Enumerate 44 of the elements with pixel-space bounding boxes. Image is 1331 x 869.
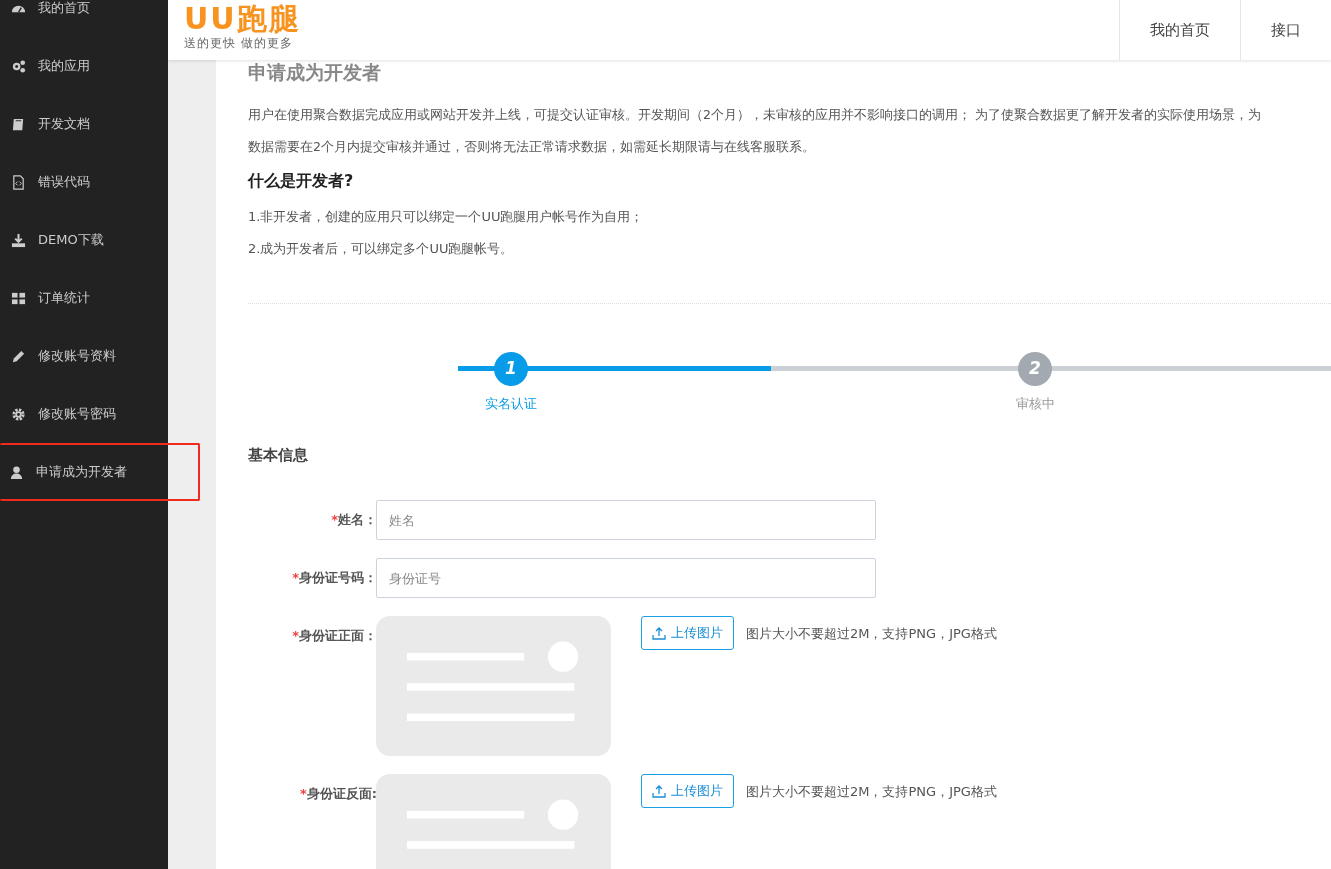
- grid-icon: [11, 290, 26, 306]
- step-circle: 2: [1018, 351, 1052, 386]
- sidebar-item[interactable]: DEMO下载: [0, 211, 168, 269]
- intro-text: 用户在使用聚合数据完成应用或网站开发并上线，可提交认证审核。开发期间（2个月），未审核的应用并不影响接口的调用； 为了使聚合数据更了解开发者的实际使用场景，为: [248, 105, 1262, 124]
- slogan: 送的更快 做的更多: [184, 35, 294, 52]
- sidebar-item[interactable]: 我的首页: [0, 0, 168, 37]
- user-icon: [9, 464, 24, 480]
- sidebar-item[interactable]: 开发文档: [0, 95, 168, 153]
- upload-button[interactable]: 上传图片: [641, 616, 734, 650]
- sidebar-item[interactable]: 我的应用: [0, 37, 168, 95]
- section-heading: 什么是开发者?: [248, 169, 355, 192]
- list-text: 2.成为开发者后，可以绑定多个UU跑腿帐号。: [248, 239, 515, 258]
- field-label: 身份证号码：: [299, 570, 377, 585]
- page-title: 申请成为开发者: [248, 60, 382, 85]
- list-text: 1.非开发者，创建的应用只可以绑定一个UU跑腿用户帐号作为自用；: [248, 207, 645, 226]
- pencil-icon: [11, 348, 26, 364]
- required-mark: *: [292, 570, 299, 585]
- section-heading: 基本信息: [248, 444, 309, 466]
- book-icon: [11, 116, 26, 132]
- code-file-icon: [11, 174, 26, 190]
- field-label: 身份证正面：: [299, 628, 377, 643]
- sidebar-item[interactable]: 修改账号资料: [0, 327, 168, 385]
- sidebar-item[interactable]: 错误代码: [0, 153, 168, 211]
- hint-text: 图片大小不要超过2M，支持PNG，JPG格式: [746, 783, 997, 801]
- hint-text: 图片大小不要超过2M，支持PNG，JPG格式: [746, 625, 997, 643]
- sidebar-item[interactable]: 订单统计: [0, 269, 168, 327]
- required-mark: *: [300, 786, 307, 801]
- gears-icon: [11, 58, 26, 74]
- upload-icon: [652, 626, 666, 640]
- sidebar-item[interactable]: 修改账号密码: [0, 385, 168, 443]
- field-label: 身份证反面:: [306, 786, 377, 801]
- download-icon: [11, 232, 26, 248]
- upload-button[interactable]: 上传图片: [641, 774, 734, 808]
- input-field[interactable]: 姓名: [376, 500, 876, 540]
- gear-icon: [11, 406, 26, 422]
- step-label: 实名认证: [484, 394, 538, 413]
- required-mark: *: [292, 628, 299, 643]
- field-label: 姓名：: [338, 512, 377, 527]
- upload-icon: [652, 784, 666, 798]
- intro-text: 数据需要在2个月内提交审核并通过，否则将无法正常请求数据，如需延长期限请与在线客服联系。: [248, 137, 816, 156]
- step-circle: 1: [494, 351, 528, 386]
- step-label: 审核中: [1014, 394, 1056, 413]
- input-field[interactable]: 身份证号: [376, 558, 876, 598]
- required-mark: *: [331, 512, 338, 527]
